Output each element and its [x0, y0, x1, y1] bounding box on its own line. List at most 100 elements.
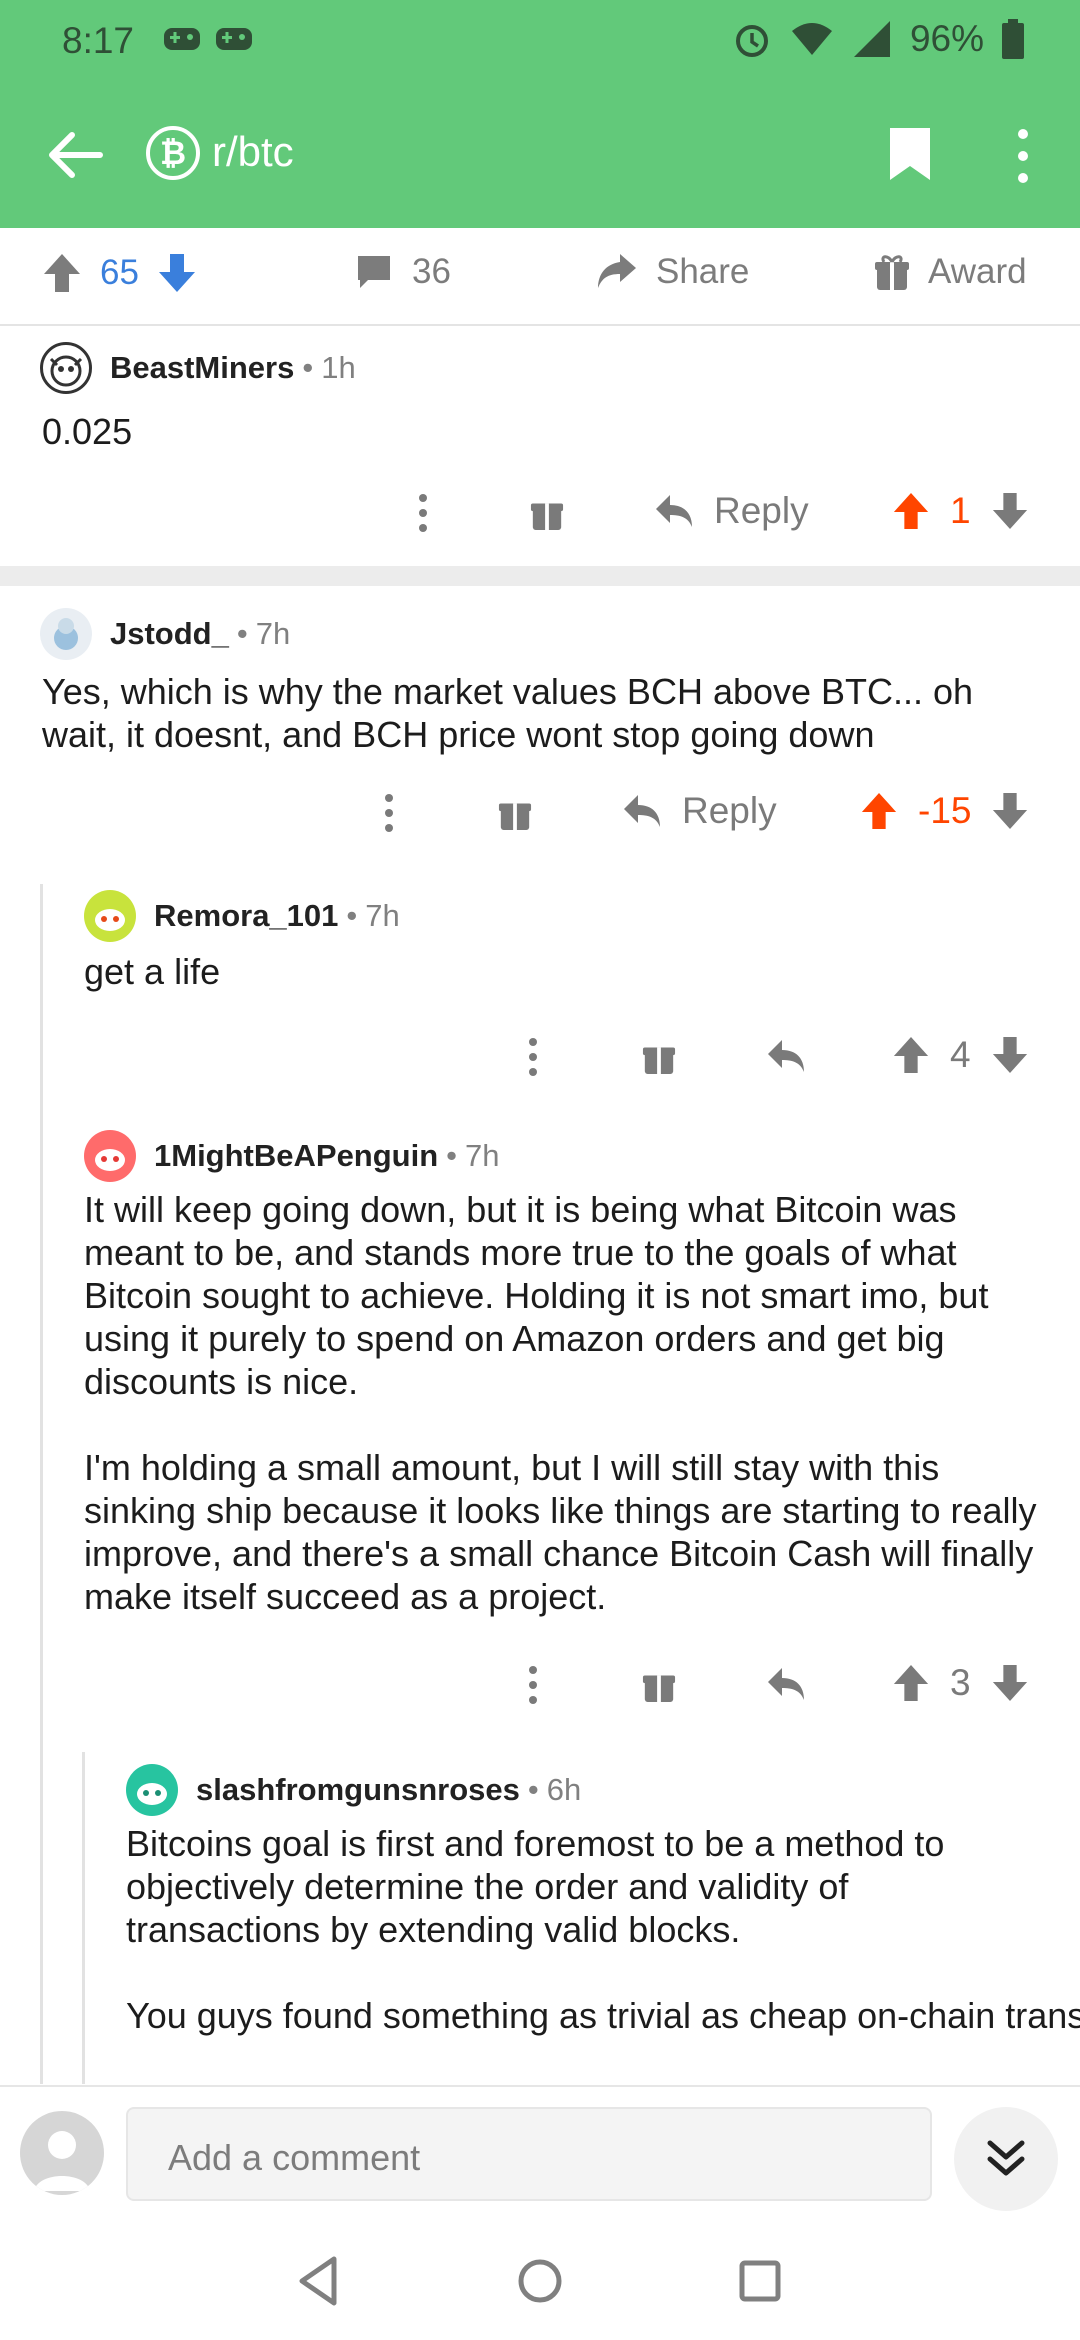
comment-actions: Reply -15 [0, 790, 1080, 850]
upvote-icon[interactable] [892, 1663, 930, 1703]
signal-icon [853, 21, 890, 57]
award-label: Award [928, 252, 1027, 291]
downvote-icon[interactable] [991, 491, 1029, 531]
award-icon[interactable] [498, 794, 532, 832]
downvote-icon[interactable] [157, 252, 197, 294]
comment-item: slashfromgunsnroses • 6h Bitcoins goal i… [0, 1760, 1080, 2084]
reply-icon [624, 795, 660, 827]
reply-icon[interactable] [766, 1666, 806, 1702]
downvote-icon[interactable] [991, 791, 1029, 831]
avatar[interactable] [40, 608, 92, 660]
reply-icon [656, 495, 692, 527]
post-comments-button[interactable]: 36 [354, 252, 451, 292]
share-label: Share [656, 252, 750, 291]
comment-header: Jstodd_ • 7h [40, 608, 290, 660]
status-time: 8:17 [62, 20, 135, 61]
award-icon[interactable] [642, 1038, 676, 1076]
app-bar: ₿ r/btc [0, 100, 1080, 210]
user-avatar[interactable] [20, 2111, 104, 2195]
comment-body: 0.025 [42, 410, 1042, 453]
comment-paragraph: 0.025 [42, 411, 133, 452]
status-bar: 8:17 96% [0, 0, 1080, 80]
back-arrow-icon[interactable] [40, 120, 110, 190]
comment-body: get a life [84, 950, 1044, 993]
comment-paragraph: Bitcoins goal is first and foremost to b… [126, 1823, 945, 1950]
game-controller-icon [164, 28, 200, 50]
upvote-icon[interactable] [42, 252, 82, 294]
downvote-icon[interactable] [991, 1663, 1029, 1703]
comment-actions: 4 [0, 1034, 1080, 1094]
more-icon[interactable] [376, 790, 402, 836]
post-vote-group: 65 [42, 252, 197, 294]
comment-author[interactable]: Remora_101 [154, 898, 338, 934]
post-action-bar: 65 36 Share Award [0, 228, 1080, 326]
comment-score: 3 [950, 1662, 971, 1703]
comment-header: Remora_101 • 7h [84, 890, 400, 942]
share-button[interactable]: Share [596, 252, 749, 292]
comment-divider [0, 566, 1080, 586]
comment-body: Yes, which is why the market values BCH … [42, 670, 1032, 756]
comment-separator: • [236, 616, 248, 651]
battery-percent: 96% [909, 18, 984, 59]
comment-separator: • [527, 1772, 539, 1807]
downvote-icon[interactable] [991, 1035, 1029, 1075]
comment-author[interactable]: slashfromgunsnroses [196, 1772, 520, 1808]
subreddit-name[interactable]: r/btc [212, 128, 294, 176]
upvote-icon[interactable] [892, 1035, 930, 1075]
post-score: 65 [100, 253, 139, 292]
comment-paragraph: It will keep going down, but it is being… [84, 1189, 989, 1402]
comment-actions: Reply 1 [0, 490, 1080, 550]
award-icon[interactable] [530, 494, 564, 532]
post-comment-count: 36 [412, 252, 451, 291]
comment-vote-group: -15 [860, 790, 1029, 832]
reply-label: Reply [682, 790, 777, 831]
comment-age: 7h [465, 1138, 500, 1173]
reply-button[interactable]: Reply [622, 790, 777, 832]
reply-icon[interactable] [766, 1038, 806, 1074]
avatar[interactable] [40, 342, 92, 394]
award-icon[interactable] [642, 1666, 676, 1704]
comment-paragraph: You guys found something as trivial as c… [126, 1995, 1080, 2036]
avatar[interactable] [84, 890, 136, 942]
more-icon[interactable] [410, 490, 436, 536]
jump-down-button[interactable] [954, 2107, 1058, 2211]
bitcoin-icon: ₿ [146, 126, 200, 180]
comment-header: BeastMiners • 1h [40, 342, 356, 394]
upvote-icon[interactable] [892, 491, 930, 531]
comment-vote-group: 3 [892, 1662, 1029, 1704]
comment-age: 1h [321, 350, 356, 385]
nav-home-icon[interactable] [510, 2251, 570, 2311]
battery-icon [1002, 19, 1024, 59]
comment-actions: 3 [0, 1662, 1080, 1722]
nav-back-icon[interactable] [290, 2251, 350, 2311]
more-icon[interactable] [520, 1662, 546, 1708]
avatar[interactable] [84, 1130, 136, 1182]
comment-author[interactable]: 1MightBeAPenguin [154, 1138, 438, 1174]
avatar[interactable] [126, 1764, 178, 1816]
comment-input[interactable]: Add a comment [126, 2107, 932, 2201]
wifi-icon [791, 23, 832, 55]
comment-age: 7h [365, 898, 400, 933]
comment-icon [358, 256, 390, 288]
comment-paragraph: Yes, which is why the market values BCH … [42, 671, 974, 755]
more-icon[interactable] [520, 1034, 546, 1080]
game-controller-icon [216, 28, 252, 50]
award-button[interactable]: Award [874, 252, 1027, 292]
comment-author[interactable]: BeastMiners [110, 350, 294, 386]
comment-body: It will keep going down, but it is being… [84, 1188, 1054, 1618]
comment-paragraph: I'm holding a small amount, but I will s… [84, 1447, 1037, 1617]
bookmark-icon[interactable] [888, 126, 932, 182]
more-icon[interactable] [1008, 126, 1038, 186]
comment-separator: • [346, 898, 358, 933]
award-icon [875, 255, 909, 290]
comment-score: 1 [950, 490, 971, 531]
upvote-icon[interactable] [860, 791, 898, 831]
comment-author[interactable]: Jstodd_ [110, 616, 229, 652]
reply-label: Reply [714, 490, 809, 531]
nav-recents-icon[interactable] [730, 2251, 790, 2311]
comment-composer: Add a comment [0, 2085, 1080, 2215]
comment-age: 6h [546, 1772, 582, 1807]
share-icon [598, 254, 636, 288]
system-nav-bar [0, 2215, 1080, 2340]
reply-button[interactable]: Reply [654, 490, 809, 532]
